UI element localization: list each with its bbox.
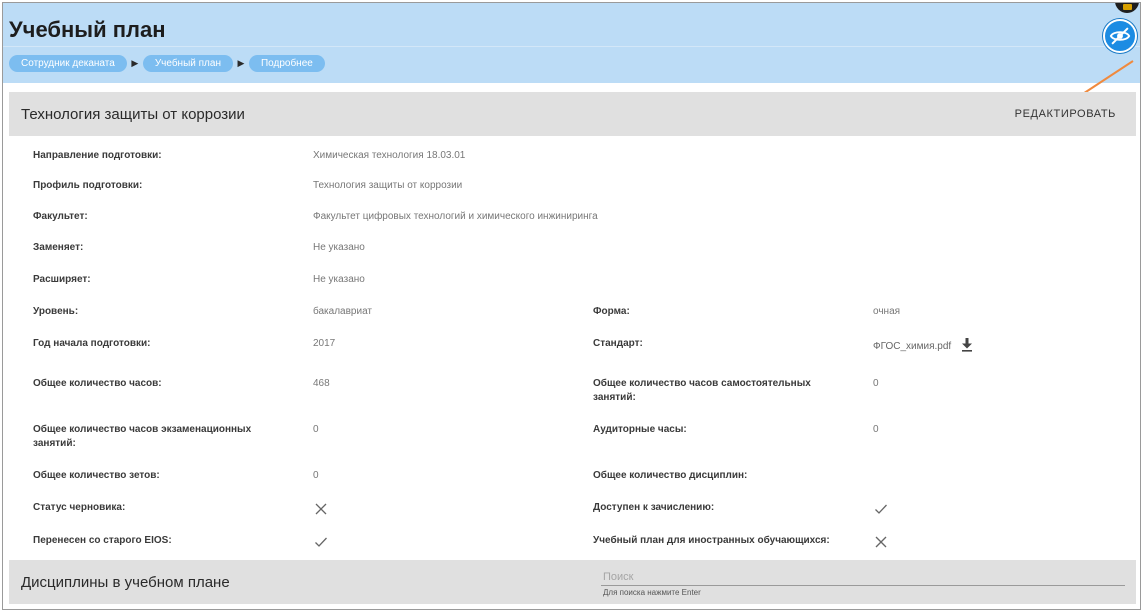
foreign-students-label: Учебный план для иностранных обучающихся… (593, 535, 830, 546)
profile-label: Профиль подготовки: (33, 180, 143, 191)
classroom-hours-value: 0 (873, 424, 879, 435)
breadcrumb-item-dean-staff[interactable]: Сотрудник деканата (9, 54, 127, 72)
exam-hours-value: 0 (313, 424, 319, 435)
replaces-label: Заменяет: (33, 242, 84, 253)
breadcrumb: Сотрудник деканата ▶ Учебный план ▶ Подр… (9, 54, 325, 72)
classroom-hours-label: Аудиторные часы: (593, 424, 687, 435)
visibility-toggle-button[interactable] (1103, 19, 1137, 53)
faculty-label: Факультет: (33, 211, 88, 222)
direction-label: Направление подготовки: (33, 150, 162, 161)
breadcrumb-item-curriculum[interactable]: Учебный план (142, 54, 233, 72)
form-value: очная (873, 306, 901, 317)
level-label: Уровень: (33, 306, 79, 317)
page-title: Учебный план (9, 17, 166, 42)
close-icon (315, 503, 327, 515)
edit-button[interactable]: РЕДАКТИРОВАТЬ (1015, 108, 1116, 120)
extends-label: Расширяет: (33, 274, 91, 285)
breadcrumb-item-details[interactable]: Подробнее (248, 54, 325, 72)
search-input[interactable] (601, 568, 1125, 586)
close-icon (875, 536, 887, 548)
migrated-label: Перенесен со старого EIOS: (33, 535, 172, 546)
replaces-value: Не указано (313, 242, 365, 253)
disciplines-header: Дисциплины в учебном плане Для поиска на… (9, 560, 1136, 604)
start-year-value: 2017 (313, 338, 336, 349)
direction-value: Химическая технология 18.03.01 (313, 150, 466, 161)
draft-status-label: Статус черновика: (33, 502, 126, 513)
faculty-value: Факультет цифровых технологий и химическ… (313, 211, 598, 222)
standard-file-link[interactable]: ФГОС_химия.pdf (873, 340, 951, 354)
start-year-label: Год начала подготовки: (33, 338, 151, 349)
form-label: Форма: (593, 306, 630, 317)
total-hours-value: 468 (313, 378, 330, 389)
level-value: бакалавриат (313, 306, 372, 317)
plan-title: Технология защиты от коррозии (21, 106, 245, 123)
chevron-right-icon: ▶ (237, 57, 245, 68)
available-label: Доступен к зачислению: (593, 502, 715, 513)
total-hours-label: Общее количество часов: (33, 378, 162, 389)
self-study-hours-label: Общее количество часов самостоятельных з… (593, 378, 811, 403)
zet-count-label: Общее количество зетов: (33, 470, 160, 481)
discipline-count-label: Общее количество дисциплин: (593, 470, 748, 481)
extends-value: Не указано (313, 274, 365, 285)
exam-hours-label: Общее количество часов экзаменационных з… (33, 424, 252, 449)
app-frame: Учебный план Сотрудник деканата ▶ Учебны… (2, 2, 1141, 610)
chat-icon[interactable] (1115, 3, 1139, 13)
disciplines-title: Дисциплины в учебном плане (21, 574, 230, 591)
self-study-hours-value: 0 (873, 378, 879, 389)
check-icon (875, 504, 887, 514)
eye-off-icon (1109, 27, 1131, 45)
download-icon[interactable] (961, 338, 973, 352)
plan-header: Технология защиты от коррозии РЕДАКТИРОВ… (9, 92, 1136, 136)
zet-count-value: 0 (313, 470, 319, 481)
top-bar: Учебный план Сотрудник деканата ▶ Учебны… (3, 3, 1140, 83)
divider (3, 46, 1140, 47)
standard-label: Стандарт: (593, 338, 643, 349)
search-hint: Для поиска нажмите Enter (603, 588, 701, 597)
chevron-right-icon: ▶ (131, 57, 139, 68)
profile-value: Технология защиты от коррозии (313, 180, 463, 191)
check-icon (315, 537, 327, 547)
